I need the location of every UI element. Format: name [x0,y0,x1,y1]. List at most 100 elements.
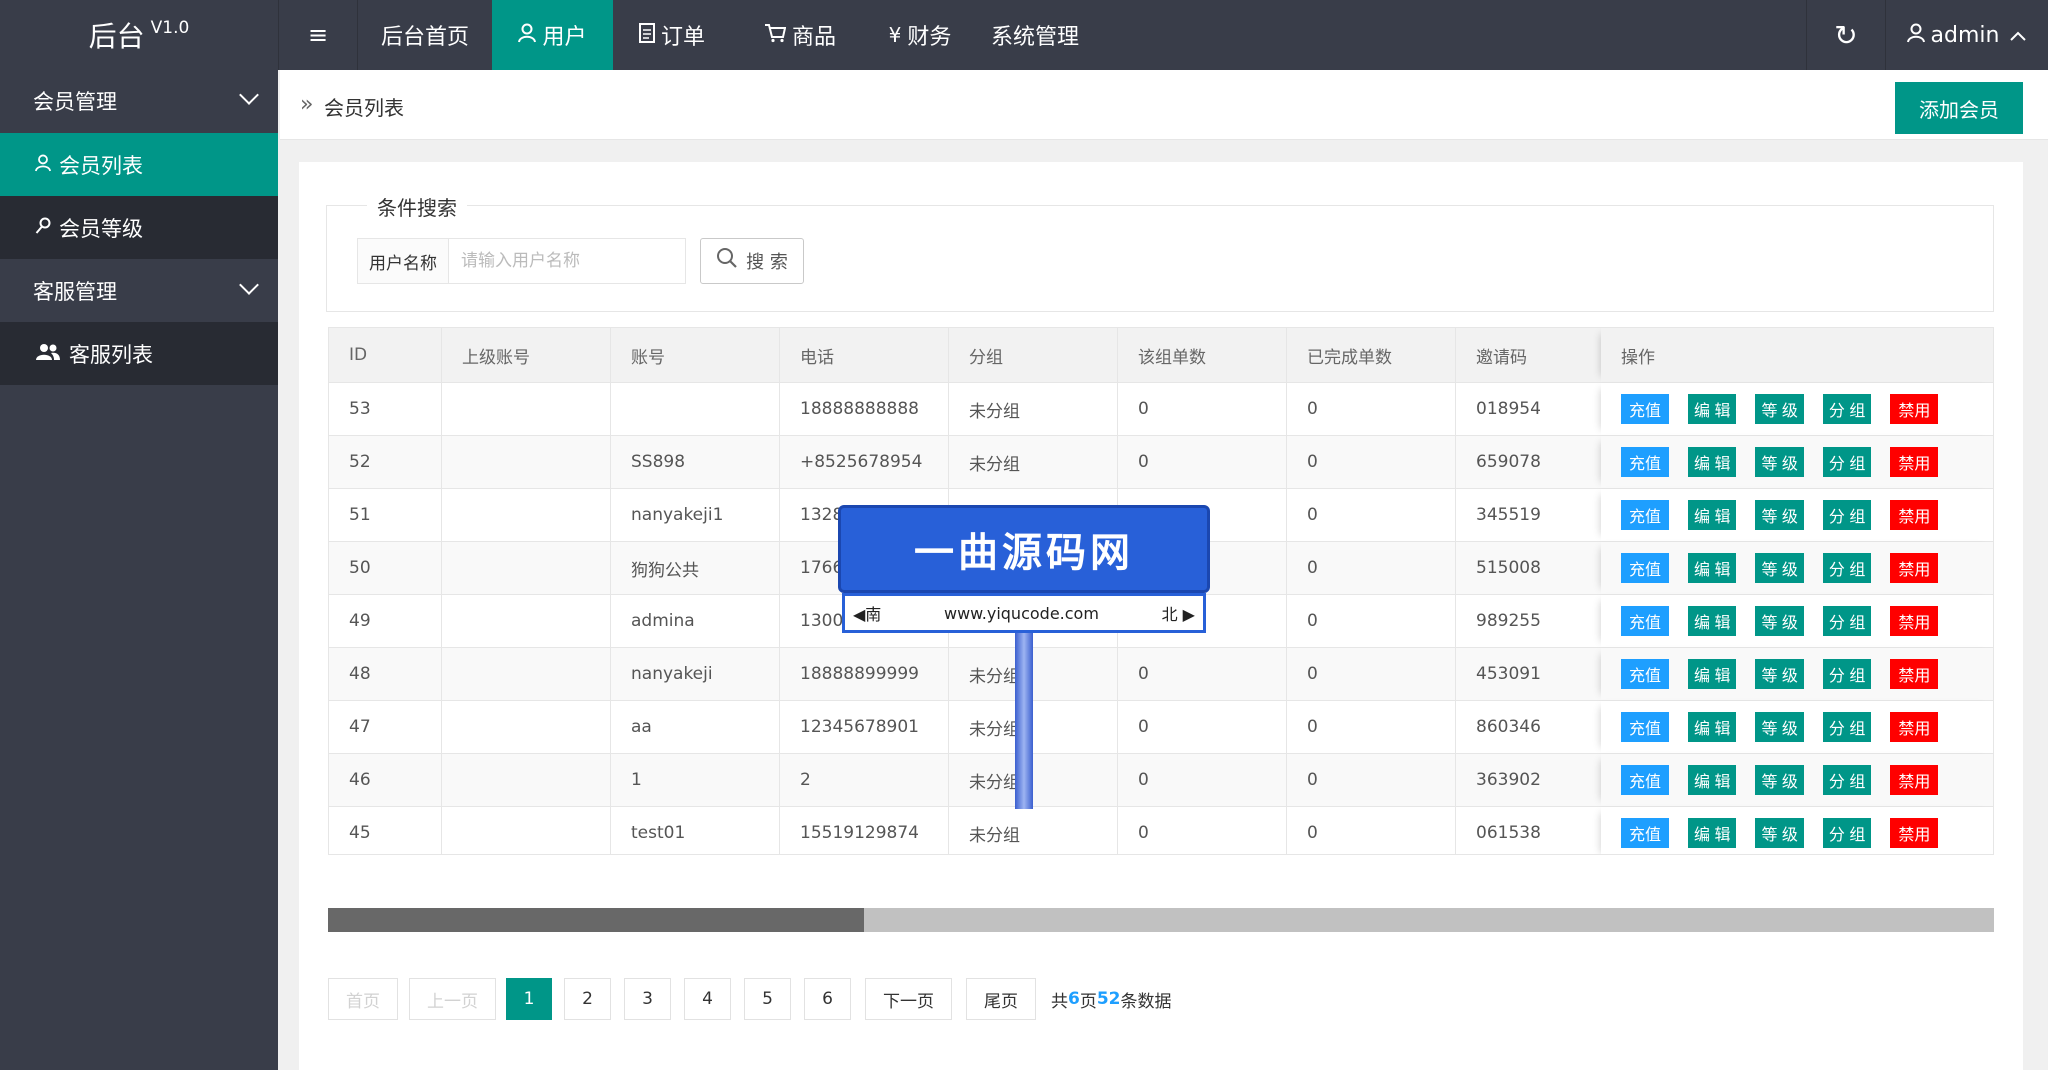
page-3-button[interactable]: 3 [624,978,671,1020]
ban-button[interactable]: 禁用 [1890,712,1939,742]
nav-home[interactable]: 后台首页 [358,0,492,70]
page-6-button[interactable]: 6 [804,978,851,1020]
search-button[interactable]: 搜 索 [700,238,804,284]
col-account: 账号 [611,328,780,382]
refresh-icon[interactable]: ↻ [1807,0,1885,70]
edit-button[interactable]: 编 辑 [1688,500,1737,530]
watermark-sign: 一曲源码网 ◀南 www.yiqucode.com 北 ▶ [838,505,1210,635]
last-page-button[interactable]: 尾页 [966,978,1036,1020]
group-button[interactable]: 分 组 [1822,818,1872,848]
cell-ops: 充值编 辑等 级分 组禁用 [1601,436,1993,488]
group-button[interactable]: 分 组 [1822,765,1872,795]
cell-parent [442,489,611,541]
recharge-button[interactable]: 充值 [1621,818,1669,848]
level-button[interactable]: 等 级 [1755,500,1804,530]
ban-button[interactable]: 禁用 [1890,394,1939,424]
edit-button[interactable]: 编 辑 [1688,606,1737,636]
ban-button[interactable]: 禁用 [1890,500,1939,530]
level-button[interactable]: 等 级 [1755,765,1804,795]
add-member-button[interactable]: 添加会员 [1895,82,2023,134]
page-5-button[interactable]: 5 [744,978,791,1020]
level-button[interactable]: 等 级 [1755,447,1804,477]
cell-group: 未分组 [949,701,1118,753]
group-button[interactable]: 分 组 [1822,606,1872,636]
nav-system[interactable]: 系统管理 [983,0,1087,70]
watermark-url: www.yiqucode.com [943,603,1099,623]
edit-button[interactable]: 编 辑 [1688,553,1737,583]
cell-done-orders: 0 [1287,807,1456,854]
recharge-button[interactable]: 充值 [1621,394,1669,424]
level-button[interactable]: 等 级 [1755,606,1804,636]
nav-finance[interactable]: ¥ 财务 [872,0,968,70]
ban-button[interactable]: 禁用 [1890,553,1939,583]
first-page-button[interactable]: 首页 [328,978,398,1020]
ban-button[interactable]: 禁用 [1890,447,1939,477]
scrollbar-thumb[interactable] [328,908,864,932]
logo-version: V1.0 [150,18,190,38]
page-2-button[interactable]: 2 [564,978,611,1020]
edit-button[interactable]: 编 辑 [1688,712,1737,742]
group-button[interactable]: 分 组 [1822,712,1872,742]
nav-home-label: 后台首页 [380,25,469,50]
table-row: 47 aa 12345678901 未分组 0 0 860346 充值编 辑等 级分 组禁用 [329,700,1993,753]
group-button[interactable]: 分 组 [1822,659,1872,689]
recharge-button[interactable]: 充值 [1621,606,1669,636]
user-menu[interactable]: admin [1886,0,2048,70]
edit-button[interactable]: 编 辑 [1688,659,1737,689]
group-button[interactable]: 分 组 [1822,447,1872,477]
horizontal-scrollbar[interactable] [328,908,1994,932]
page-1-button[interactable]: 1 [506,978,552,1020]
level-button[interactable]: 等 级 [1755,712,1804,742]
edit-button[interactable]: 编 辑 [1688,818,1737,848]
cell-account [611,383,780,435]
group-button[interactable]: 分 组 [1822,553,1872,583]
prev-page-button[interactable]: 上一页 [409,978,496,1020]
cell-phone: 12345678901 [780,701,949,753]
recharge-button[interactable]: 充值 [1621,553,1669,583]
sidebar-item-member-level[interactable]: 会员等级 [0,196,278,259]
nav-users[interactable]: 用户 [492,0,613,70]
sidebar-group-service[interactable]: 客服管理 [0,260,278,322]
level-button[interactable]: 等 级 [1755,659,1804,689]
sidebar-group-members[interactable]: 会员管理 [0,70,278,132]
cell-account: SS898 [611,436,780,488]
next-page-button[interactable]: 下一页 [865,978,952,1020]
sidebar-item-member-list[interactable]: 会员列表 [0,133,278,196]
cell-group-orders: 0 [1118,383,1287,435]
cell-parent [442,542,611,594]
menu-toggle-icon[interactable]: ≡ [279,0,357,70]
ban-button[interactable]: 禁用 [1890,606,1939,636]
username-search-input[interactable] [448,238,686,284]
cell-id: 45 [329,807,442,854]
cell-invite: 018954 [1456,383,1625,435]
recharge-button[interactable]: 充值 [1621,765,1669,795]
edit-button[interactable]: 编 辑 [1688,394,1737,424]
group-button[interactable]: 分 组 [1822,500,1872,530]
recharge-button[interactable]: 充值 [1621,712,1669,742]
sidebar: 会员管理 会员列表 会员等级 客服管理 客服列表 [0,70,278,1070]
logo-text: 后台 [88,20,145,53]
cell-id: 49 [329,595,442,647]
ban-button[interactable]: 禁用 [1890,818,1939,848]
group-button[interactable]: 分 组 [1822,394,1872,424]
table-header: ID 上级账号 账号 电话 分组 该组单数 已完成单数 邀请码 操作 [329,328,1993,382]
ban-button[interactable]: 禁用 [1890,659,1939,689]
level-button[interactable]: 等 级 [1755,553,1804,583]
pagination-info: 共 6 页 52 条数据 [1051,978,1172,1020]
cell-ops: 充值编 辑等 级分 组禁用 [1601,383,1993,435]
level-button[interactable]: 等 级 [1755,818,1804,848]
level-button[interactable]: 等 级 [1755,394,1804,424]
sidebar-item-service-list[interactable]: 客服列表 [0,322,278,385]
recharge-button[interactable]: 充值 [1621,659,1669,689]
recharge-button[interactable]: 充值 [1621,447,1669,477]
page-4-button[interactable]: 4 [684,978,731,1020]
username-label: 用户名称 [357,238,449,284]
recharge-button[interactable]: 充值 [1621,500,1669,530]
edit-button[interactable]: 编 辑 [1688,765,1737,795]
logo: 后台 V1.0 [0,0,278,70]
nav-goods[interactable]: 商品 [750,0,850,70]
nav-orders[interactable]: 订单 [626,0,718,70]
edit-button[interactable]: 编 辑 [1688,447,1737,477]
table-row: 45 test01 15519129874 未分组 0 0 061538 充值编 辑等 级分 … [329,806,1993,854]
ban-button[interactable]: 禁用 [1890,765,1939,795]
